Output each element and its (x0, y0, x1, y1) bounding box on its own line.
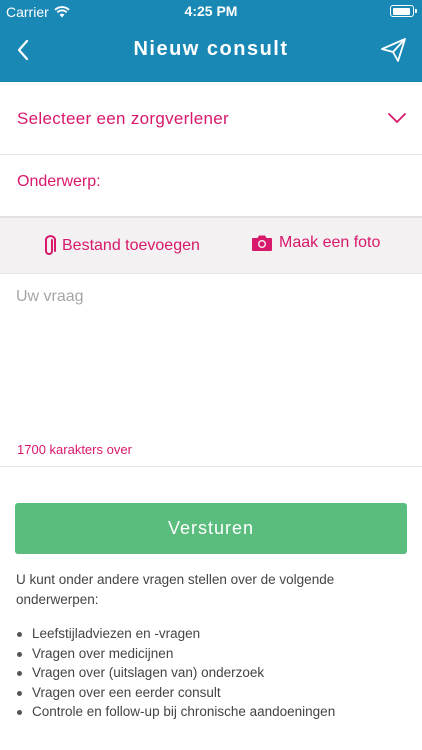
topic-item: Controle en follow-up bij chronische aan… (16, 702, 335, 722)
subject-input[interactable] (110, 169, 405, 199)
topic-item: Vragen over (uitslagen van) onderzoek (16, 663, 335, 683)
subject-label: Onderwerp: (17, 173, 101, 190)
status-bar: Carrier 4:25 PM (0, 0, 422, 22)
status-time: 4:25 PM (184, 3, 238, 19)
question-input[interactable] (16, 288, 406, 428)
topics-list: Leefstijladviezen en -vragen Vragen over… (16, 624, 335, 722)
submit-button[interactable]: Versturen (15, 503, 407, 554)
topic-item: Vragen over medicijnen (16, 644, 335, 664)
topic-item: Vragen over een eerder consult (16, 683, 335, 703)
chevron-down-icon (388, 113, 406, 123)
add-file-label: Bestand toevoegen (62, 237, 200, 254)
send-button[interactable] (380, 36, 408, 64)
app-header: Carrier 4:25 PM Nieuw consult (0, 0, 422, 82)
caregiver-select-label: Selecteer een zorgverlener (17, 109, 229, 128)
take-photo-label: Maak een foto (279, 234, 381, 251)
take-photo-button[interactable]: Maak een foto (251, 234, 380, 252)
paperclip-icon (45, 235, 56, 255)
battery-icon (390, 5, 417, 17)
attachment-bar: Bestand toevoegen Maak een foto (0, 217, 422, 274)
camera-icon (252, 235, 272, 251)
topic-item: Leefstijladviezen en -vragen (16, 624, 335, 644)
add-file-button[interactable]: Bestand toevoegen (42, 234, 200, 258)
characters-remaining: 1700 karakters over (17, 442, 132, 457)
subject-row: Onderwerp: (0, 155, 422, 217)
page-title: Nieuw consult (133, 38, 289, 60)
paper-plane-icon (381, 38, 406, 62)
info-intro: U kunt onder andere vragen stellen over … (16, 572, 335, 607)
question-area: 1700 karakters over (0, 274, 422, 467)
caregiver-select[interactable]: Selecteer een zorgverlener (0, 82, 422, 155)
